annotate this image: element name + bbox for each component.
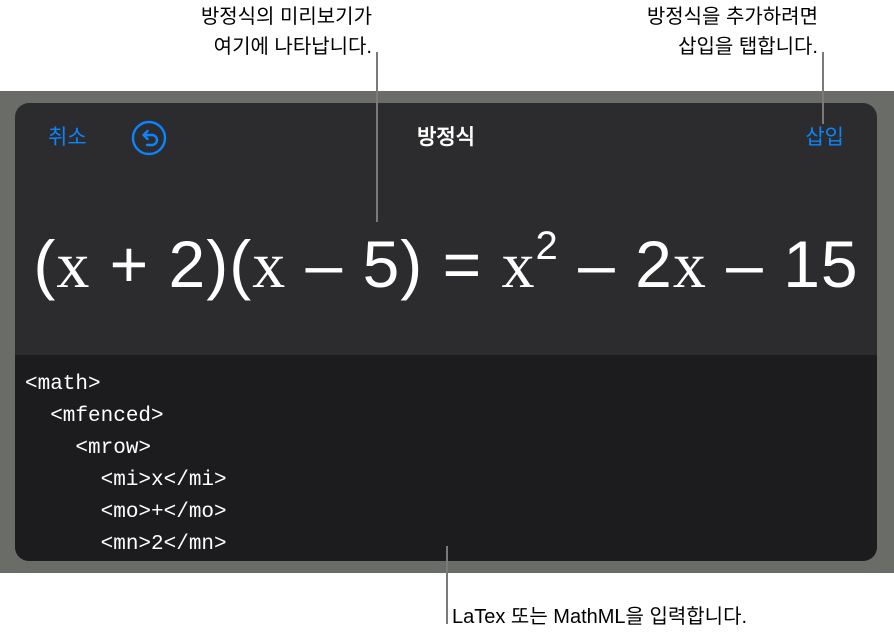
dialog-toolbar: 취소 방정식 삽입 <box>15 103 877 173</box>
input-callout: LaTex 또는 MathML을 입력합니다. <box>452 606 748 628</box>
preview-callout-line1: 방정식의 미리보기가 <box>200 6 372 28</box>
code-line: <mi>x</mi> <box>25 469 227 492</box>
eq-paren-open: ( <box>33 227 57 301</box>
eq-var-x: x <box>56 229 91 302</box>
mathml-editor[interactable]: <math> <mfenced> <mrow> <mi>x</mi> <mo>+… <box>15 355 877 561</box>
preview-callout: 방정식의 미리보기가 여기에 나타납니다. <box>100 2 372 62</box>
equation-preview: (x + 2)(x – 5) = x2 – 2x – 15 <box>15 173 877 355</box>
eq-var-x: x <box>501 229 536 302</box>
preview-leader-line <box>376 52 378 222</box>
input-leader-line <box>446 546 448 624</box>
eq-var-x: x <box>252 229 287 302</box>
equation-dialog: 취소 방정식 삽입 (x + 2)(x – 5) = x2 – 2x – 15 … <box>15 103 877 561</box>
eq-exponent: 2 <box>535 224 559 268</box>
code-line: <mo>+</mo> <box>25 501 227 524</box>
eq-plus-2: + 2)( <box>90 227 253 301</box>
insert-callout-line1: 방정식을 추가하려면 <box>646 6 818 28</box>
eq-minus-5: – 5) = <box>286 227 502 301</box>
insert-leader-line <box>822 52 824 124</box>
eq-var-x: x <box>672 229 707 302</box>
insert-callout-line2: 삽입을 탭합니다. <box>678 36 818 58</box>
insert-button[interactable]: 삽입 <box>805 123 844 153</box>
code-text[interactable]: <math> <mfenced> <mrow> <mi>x</mi> <mo>+… <box>25 369 227 561</box>
eq-minus-15: – 15 <box>706 227 859 301</box>
eq-minus-2: – 2 <box>558 227 673 301</box>
preview-callout-line2: 여기에 나타납니다. <box>213 36 372 58</box>
code-line: <math> <box>25 373 101 396</box>
code-line: <mfenced> <box>25 405 164 428</box>
equation-rendered: (x + 2)(x – 5) = x2 – 2x – 15 <box>15 219 877 311</box>
insert-callout: 방정식을 추가하려면 삽입을 탭합니다. <box>560 2 818 62</box>
dialog-title: 방정식 <box>417 126 475 149</box>
code-line: <mrow> <box>25 437 152 460</box>
code-line: <mn>2</mn> <box>25 533 227 556</box>
